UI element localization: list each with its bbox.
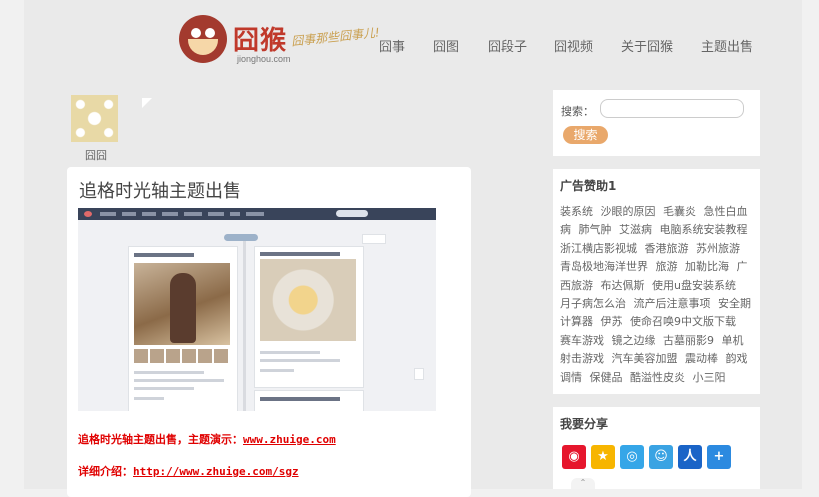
share-title: 我要分享	[560, 417, 609, 431]
search-button[interactable]: 搜索	[563, 126, 608, 144]
ad-link[interactable]: 古墓丽影9	[663, 334, 714, 347]
ad-link[interactable]: 酷溢性皮炎	[630, 371, 685, 384]
post-title[interactable]: 追格时光轴主题出售	[79, 177, 241, 203]
ad-link[interactable]: 电脑系统安装教程	[660, 223, 748, 236]
ad-link[interactable]: 肺气肿	[579, 223, 612, 236]
post-card: 追格时光轴主题出售 追格时光轴主题出售，主题演示：www.zhuige.com …	[67, 167, 471, 497]
more-share-icon[interactable]: +	[707, 445, 731, 469]
demo-label: 追格时光轴主题出售，主题演示：	[78, 433, 243, 446]
ad-link[interactable]: 流产后注意事项	[634, 297, 711, 310]
logo-text: 囧猴	[233, 26, 288, 56]
ad-link[interactable]: 旅游	[656, 260, 678, 273]
search-widget: 搜索： 搜索	[553, 90, 760, 156]
qq-icon[interactable]: ☺	[649, 445, 673, 469]
detail-link[interactable]: http://www.zhuige.com/sgz	[133, 465, 299, 478]
ad-link[interactable]: 装系统	[560, 205, 593, 218]
author-name[interactable]: 囧囧	[85, 147, 107, 163]
ad-link[interactable]: 镜之边缘	[612, 334, 656, 347]
nav-item-jiongtu[interactable]: 囧图	[433, 36, 459, 55]
search-label: 搜索：	[561, 105, 594, 118]
ad-link[interactable]: 使命召唤9中文版下载	[630, 315, 736, 328]
ad-link[interactable]: 沙眼的原因	[601, 205, 656, 218]
speech-caret-icon	[142, 98, 152, 108]
chevron-down-icon[interactable]: ⌃	[571, 478, 595, 489]
ad-link[interactable]: 艾滋病	[619, 223, 652, 236]
ad-link[interactable]: 使用u盘安装系统	[652, 279, 736, 292]
ads-title: 广告赞助1	[560, 179, 617, 193]
post-image[interactable]	[78, 208, 436, 411]
ad-link[interactable]: 汽车美容加盟	[612, 352, 678, 365]
ads-widget: 广告赞助1 装系统 沙眼的原因 毛囊炎 急性白血病 肺气肿 艾滋病 电脑系统安装…	[553, 169, 760, 394]
nav-item-jiongduanzi[interactable]: 囧段子	[488, 36, 527, 55]
detail-line: 详细介绍：http://www.zhuige.com/sgz	[78, 463, 299, 479]
weibo-icon[interactable]: ◉	[562, 445, 586, 469]
ad-link[interactable]: 香港旅游	[645, 242, 689, 255]
site-logo[interactable]: 囧猴 囧事那些囧事儿! jionghou.com	[179, 12, 389, 70]
ad-link[interactable]: 保健品	[590, 371, 623, 384]
ad-link[interactable]: 布达佩斯	[601, 279, 645, 292]
nav-item-theme-sale[interactable]: 主题出售	[701, 36, 753, 55]
ad-link[interactable]: 毛囊炎	[663, 205, 696, 218]
monkey-logo-icon	[179, 15, 227, 63]
ad-link[interactable]: 浙江横店影视城	[560, 242, 637, 255]
ad-link[interactable]: 加勒比海	[685, 260, 729, 273]
qzone-icon[interactable]: ★	[591, 445, 615, 469]
demo-line: 追格时光轴主题出售，主题演示：www.zhuige.com	[78, 431, 336, 447]
renren-icon[interactable]: 人	[678, 445, 702, 469]
share-widget: 我要分享 ◉ ★ ◎ ☺ 人 + ⌃	[553, 407, 760, 489]
ad-link[interactable]: 苏州旅游	[696, 242, 740, 255]
ad-link[interactable]: 小三阳	[693, 371, 726, 384]
logo-slogan: 囧事那些囧事儿!	[290, 25, 381, 49]
ad-link[interactable]: 震动棒	[685, 352, 718, 365]
avatar[interactable]	[71, 95, 118, 142]
nav-item-jiongshipin[interactable]: 囧视频	[554, 36, 593, 55]
demo-link[interactable]: www.zhuige.com	[243, 433, 336, 446]
detail-label: 详细介绍：	[78, 465, 133, 478]
page: 囧猴 囧事那些囧事儿! jionghou.com 囧事 囧图 囧段子 囧视频 关…	[24, 0, 802, 497]
ad-link[interactable]: 赛车游戏	[560, 334, 604, 347]
nav-item-jiongshi[interactable]: 囧事	[379, 36, 405, 55]
ads-list: 装系统 沙眼的原因 毛囊炎 急性白血病 肺气肿 艾滋病 电脑系统安装教程 浙江横…	[560, 203, 753, 387]
ad-link[interactable]: 月子病怎么治	[560, 297, 626, 310]
search-input[interactable]	[600, 99, 744, 118]
tencent-weibo-icon[interactable]: ◎	[620, 445, 644, 469]
logo-domain: jionghou.com	[237, 54, 291, 64]
ad-link[interactable]: 青岛极地海洋世界	[560, 260, 648, 273]
ad-link[interactable]: 伊苏	[601, 315, 623, 328]
nav-item-about[interactable]: 关于囧猴	[621, 36, 673, 55]
